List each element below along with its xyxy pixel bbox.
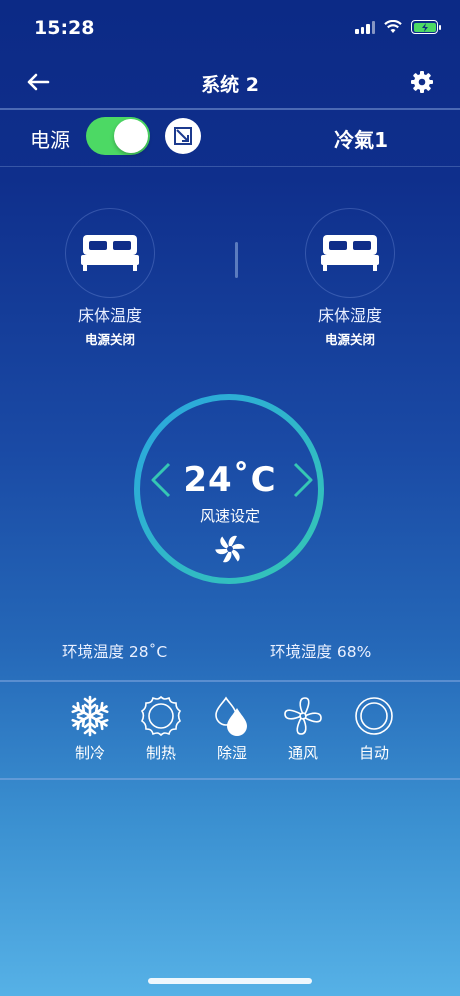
divider [0,680,460,682]
mode-heat[interactable]: 制热 [133,694,189,763]
cellular-signal-icon [355,20,375,34]
expand-button[interactable] [165,118,201,154]
fan-speed-icon[interactable] [211,530,249,568]
mode-label: 自动 [358,744,389,762]
bed-circle [65,208,155,298]
mode-auto[interactable]: 自动 [346,694,402,763]
status-icons [355,20,441,34]
bed-humidity-card[interactable]: 床体湿度 电源关闭 [260,208,440,348]
power-row: 电源 冷氣1 [0,110,460,166]
divider [0,166,460,167]
mode-ventilate[interactable]: 通风 [275,694,331,763]
power-label: 电源 [30,128,70,152]
bed-temperature-card[interactable]: 床体温度 电源关闭 [20,208,200,348]
mode-label: 除湿 [216,744,247,762]
room-name: 冷氣1 [334,128,388,152]
bed-status: 电源关闭 [84,332,135,347]
nav-bar: 系统 2 [0,58,460,108]
bed-title: 床体温度 [77,306,142,325]
gear-icon[interactable] [410,70,434,94]
increase-temperature-button[interactable] [292,462,314,498]
environment-humidity: 环境湿度 68% [270,643,372,661]
toggle-knob [114,119,148,153]
fan-icon [284,697,322,735]
temperature-value: 24˚C [183,460,277,500]
mode-label: 制热 [145,744,176,762]
power-toggle[interactable] [86,117,150,155]
sun-icon [140,695,182,737]
separator [235,242,238,278]
bed-status: 电源关闭 [324,332,375,347]
battery-icon [411,20,441,34]
arrow-down-right-icon [174,127,192,145]
bed-icon [321,235,379,271]
bed-circle [305,208,395,298]
status-time: 15:28 [34,17,95,39]
bed-icon [81,235,139,271]
environment-temperature: 环境温度 28˚C [62,643,168,661]
mode-label: 制冷 [74,744,105,762]
bed-title: 床体湿度 [317,306,382,325]
auto-icon [355,697,393,735]
snowflake-icon [69,695,111,737]
divider [0,778,460,780]
mode-selector: 制冷 制热 除湿 通风 自动 [62,694,402,763]
mode-dehumidify[interactable]: 除湿 [204,694,260,763]
mode-label: 通风 [287,744,318,762]
page-title: 系统 2 [201,74,259,96]
droplet-icon [215,696,247,736]
mode-cool[interactable]: 制冷 [62,694,118,763]
wifi-icon [384,20,402,33]
home-indicator[interactable] [148,978,312,984]
status-bar: 15:28 [0,0,460,58]
fan-speed-label: 风速设定 [199,507,260,525]
